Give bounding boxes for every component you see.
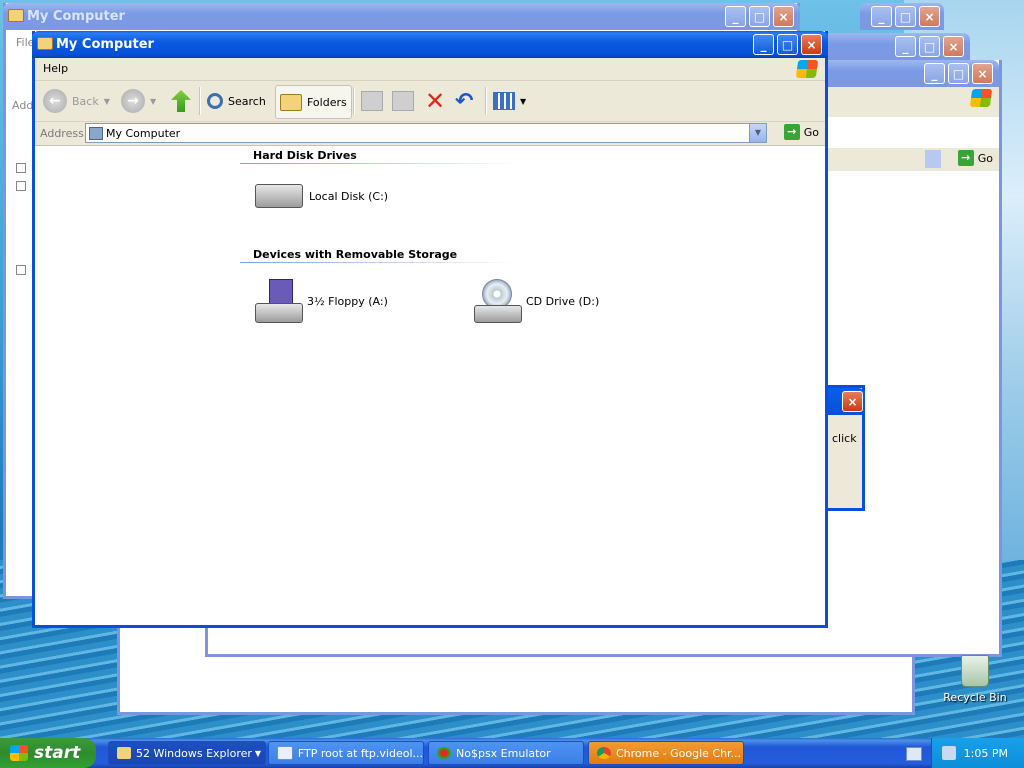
windows-logo-icon: [969, 89, 993, 107]
address-input[interactable]: My Computer ▼: [85, 123, 767, 143]
floppy-drive-icon: [255, 279, 303, 323]
go-button[interactable]: → Go: [783, 124, 819, 140]
floppy-a-item[interactable]: 3½ Floppy (A:): [255, 279, 388, 323]
background-window-1-titlebar[interactable]: My Computer _ □ ×: [3, 3, 800, 30]
my-computer-icon: [89, 127, 103, 140]
maximize-button[interactable]: □: [749, 6, 770, 27]
up-arrow-icon: [171, 90, 191, 112]
group-divider: [240, 262, 520, 263]
forward-arrow-icon: →: [121, 89, 145, 113]
search-button[interactable]: Search: [207, 85, 266, 117]
maximize-button[interactable]: □: [777, 34, 798, 55]
go-button[interactable]: → Go: [957, 150, 993, 166]
partial-dialog[interactable]: × click: [827, 385, 865, 511]
maximize-button[interactable]: □: [919, 36, 940, 57]
address-bar: Address My Computer ▼ → Go: [35, 122, 825, 146]
dialog-titlebar[interactable]: ×: [827, 388, 865, 415]
start-button[interactable]: start: [0, 738, 96, 768]
background-window-1-title: My Computer: [27, 9, 125, 24]
undo-icon: ↶: [455, 88, 474, 114]
maximize-button[interactable]: □: [948, 63, 969, 84]
views-button[interactable]: ▼: [493, 85, 526, 117]
delete-button[interactable]: ✕: [425, 85, 445, 117]
folder-icon: [8, 9, 24, 22]
taskbar-item-chrome[interactable]: Chrome - Google Chr...: [588, 741, 744, 765]
toolbar: ← Back ▼ → ▼ Search Folders ✕ ↶ ▼: [35, 81, 825, 122]
address-dropdown-icon[interactable]: ▼: [749, 124, 766, 142]
minimize-button[interactable]: _: [725, 6, 746, 27]
folder-icon: [280, 93, 302, 111]
address-label: Address: [40, 127, 84, 140]
search-icon: [207, 93, 223, 109]
taskbar-item-nocashpsx[interactable]: No$psx Emulator: [428, 741, 584, 765]
close-button[interactable]: ×: [801, 34, 822, 55]
taskbar: start 52 Windows Explorer ▼ FTP root at …: [0, 738, 1024, 768]
network-icon[interactable]: [942, 746, 956, 760]
move-to-icon: [361, 91, 383, 111]
maximize-button[interactable]: □: [895, 6, 916, 27]
hard-disk-icon: [255, 184, 303, 208]
close-button[interactable]: ×: [919, 6, 940, 27]
taskbar-item-ftp[interactable]: FTP root at ftp.videol...: [268, 741, 424, 765]
window-title: My Computer: [56, 37, 154, 52]
windows-logo-icon: [795, 60, 819, 78]
copy-to-button[interactable]: [392, 85, 414, 117]
group-header-hard-disk: Hard Disk Drives: [253, 149, 357, 162]
go-arrow-icon: →: [783, 124, 800, 140]
close-button[interactable]: ×: [972, 63, 993, 84]
windows-flag-icon: [10, 745, 28, 761]
copy-to-icon: [392, 91, 414, 111]
background-window-2[interactable]: _ □ ×: [860, 3, 944, 31]
system-tray: 1:05 PM: [931, 738, 1024, 768]
background-address-label: Add: [12, 99, 34, 112]
undo-button[interactable]: ↶: [455, 85, 473, 117]
clock[interactable]: 1:05 PM: [964, 747, 1008, 760]
local-disk-c-item[interactable]: Local Disk (C:): [255, 184, 388, 208]
go-arrow-icon: →: [957, 150, 974, 166]
minimize-button[interactable]: _: [753, 34, 774, 55]
folders-button[interactable]: Folders: [275, 85, 352, 119]
forward-button[interactable]: → ▼: [121, 85, 156, 117]
close-button[interactable]: ×: [773, 6, 794, 27]
back-button[interactable]: ← Back ▼: [43, 85, 110, 117]
group-divider: [240, 163, 520, 164]
tree-expand-icon[interactable]: [16, 163, 26, 173]
minimize-button[interactable]: _: [871, 6, 892, 27]
window-titlebar[interactable]: My Computer _ □ ×: [32, 31, 828, 58]
tree-collapse-icon[interactable]: [16, 181, 26, 191]
content-pane: Hard Disk Drives Local Disk (C:) Devices…: [35, 146, 825, 625]
close-button[interactable]: ×: [943, 36, 964, 57]
keyboard-icon[interactable]: [906, 747, 922, 761]
recycle-bin-icon: [961, 655, 989, 687]
dialog-close-button[interactable]: ×: [842, 391, 863, 412]
address-dropdown-icon[interactable]: [925, 150, 941, 168]
tree-expand-icon[interactable]: [16, 265, 26, 275]
cd-drive-icon: [474, 279, 522, 323]
move-to-button[interactable]: [361, 85, 383, 117]
menu-bar: Help: [35, 58, 825, 81]
views-icon: [493, 92, 515, 110]
recycle-bin-desktop-icon[interactable]: Recycle Bin: [940, 655, 1010, 704]
up-folder-button[interactable]: [171, 85, 191, 117]
delete-x-icon: ✕: [425, 87, 446, 115]
emulator-icon: [437, 747, 451, 759]
back-arrow-icon: ←: [43, 89, 67, 113]
my-computer-window[interactable]: My Computer _ □ × Help ← Back ▼ → ▼ Sear…: [32, 31, 828, 628]
taskbar-item-windows-explorer[interactable]: 52 Windows Explorer ▼: [108, 741, 266, 765]
my-computer-icon: [37, 37, 53, 50]
chrome-icon: [597, 747, 611, 759]
minimize-button[interactable]: _: [924, 63, 945, 84]
cd-drive-d-item[interactable]: CD Drive (D:): [474, 279, 599, 323]
minimize-button[interactable]: _: [895, 36, 916, 57]
folder-icon: [117, 747, 131, 759]
dialog-text: click: [832, 432, 857, 445]
menu-help[interactable]: Help: [43, 62, 68, 75]
group-header-removable: Devices with Removable Storage: [253, 248, 458, 261]
ie-icon: [277, 746, 293, 760]
